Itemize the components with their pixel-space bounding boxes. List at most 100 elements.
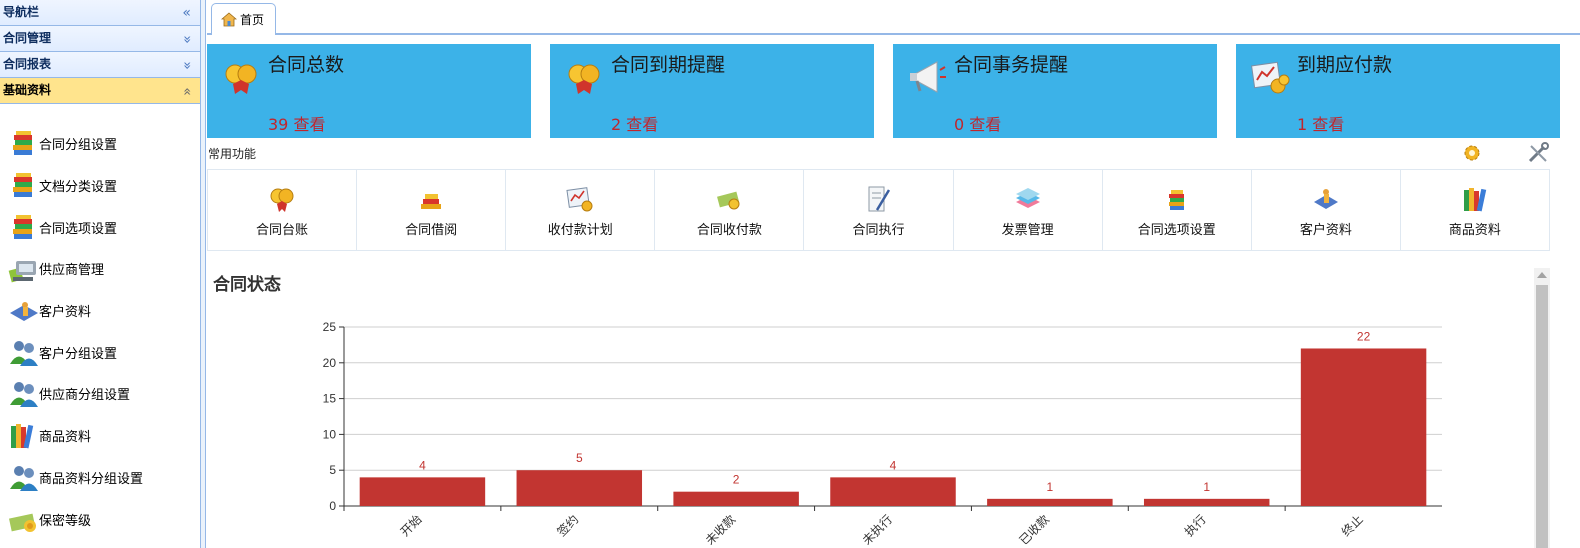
stat-card-affairs-reminder[interactable]: 合同事务提醒 0 查看 (893, 44, 1217, 138)
func-customer-data[interactable]: 客户资料 (1252, 170, 1401, 250)
view-link[interactable]: 查看 (626, 115, 658, 134)
x-tick-label: 未收款 (703, 512, 738, 547)
view-link[interactable]: 查看 (1312, 115, 1344, 134)
x-tick-label: 终止 (1338, 512, 1366, 540)
sidebar-item-label: 商品资料分组设置 (39, 471, 144, 487)
money-icon (9, 513, 36, 532)
scrollbar[interactable] (1534, 268, 1550, 548)
sidebar-item-label: 合同分组设置 (39, 138, 118, 154)
stat-value: 39 (268, 115, 289, 134)
nav-panel-header[interactable]: 导航栏 « (0, 0, 200, 26)
megaphone-icon (910, 61, 946, 93)
bar (359, 477, 486, 506)
stat-card-payment-due[interactable]: 到期应付款 1 查看 (1236, 44, 1560, 138)
book-stack-icon (13, 214, 32, 239)
bar (830, 477, 956, 506)
stat-card-expiry-reminder[interactable]: 合同到期提醒 2 查看 (550, 44, 874, 138)
sidebar-item-label: 保密等级 (39, 513, 92, 529)
accordion-basic-data[interactable]: 基础资料 « (0, 78, 200, 104)
nav-panel-title: 导航栏 (3, 5, 40, 19)
chart-title: 合同状态 (213, 275, 281, 295)
stat-value-link[interactable]: 0 查看 (954, 111, 1001, 135)
sidebar-item-product-group[interactable]: 商品资料分组设置 (0, 457, 200, 499)
sidebar-item-doc-category[interactable]: 文档分类设置 (0, 165, 200, 207)
gear-icon[interactable] (1461, 142, 1483, 164)
y-tick-label: 20 (323, 356, 337, 370)
sidebar-item-supplier-group[interactable]: 供应商分组设置 (0, 373, 200, 415)
view-link[interactable]: 查看 (969, 115, 1001, 134)
stat-value-link[interactable]: 2 查看 (611, 111, 658, 135)
func-label: 合同执行 (852, 223, 905, 238)
book-stack-icon (1168, 190, 1184, 210)
y-tick-label: 15 (323, 392, 337, 406)
bar (516, 470, 643, 506)
sidebar-item-label: 客户分组设置 (39, 346, 118, 362)
tools-icon[interactable] (1527, 142, 1549, 164)
func-label: 合同借阅 (405, 223, 458, 238)
y-tick-label: 5 (329, 463, 336, 477)
y-tick-label: 0 (329, 499, 336, 513)
stat-title: 合同到期提醒 (611, 54, 726, 76)
func-payment-plan[interactable]: 收付款计划 (506, 170, 656, 250)
scroll-icon (868, 186, 891, 212)
func-product-data[interactable]: 商品资料 (1401, 170, 1549, 250)
func-label: 商品资料 (1448, 223, 1501, 238)
func-contract-payments[interactable]: 合同收付款 (655, 170, 805, 250)
func-label: 合同选项设置 (1137, 223, 1216, 238)
bar (1300, 348, 1427, 506)
accordion-contract-reports[interactable]: 合同报表 » (0, 52, 200, 78)
sidebar-item-customer[interactable]: 客户资料 (0, 290, 200, 332)
tab-bar: 首页 (207, 0, 1580, 35)
x-tick-label: 开始 (398, 512, 425, 539)
stat-value-link[interactable]: 39 查看 (268, 111, 325, 135)
x-tick-label: 签约 (554, 512, 582, 540)
x-tick-label: 未执行 (860, 512, 895, 547)
scroll-thumb[interactable] (1536, 285, 1548, 548)
func-contract-borrow[interactable]: 合同借阅 (357, 170, 507, 250)
func-contract-options[interactable]: 合同选项设置 (1103, 170, 1252, 250)
func-label: 发票管理 (1001, 223, 1054, 238)
expand-down-icon[interactable]: » (174, 61, 199, 70)
coins-badge-icon (568, 64, 600, 94)
sidebar-item-product[interactable]: 商品资料 (0, 415, 200, 457)
common-functions-title: 常用功能 (208, 147, 257, 161)
customer-icon (10, 302, 38, 322)
view-link[interactable]: 查看 (293, 115, 325, 134)
users-group-icon (10, 340, 38, 366)
bar (1143, 498, 1270, 506)
sidebar-item-contract-options[interactable]: 合同选项设置 (0, 206, 200, 248)
tab-home[interactable]: 首页 (211, 3, 276, 35)
scroll-up-arrow[interactable] (1537, 272, 1547, 278)
books-icon (1463, 188, 1487, 212)
stat-title: 合同事务提醒 (954, 54, 1069, 76)
collapse-left-icon[interactable]: « (182, 1, 191, 26)
func-invoice-management[interactable]: 发票管理 (954, 170, 1103, 250)
func-label: 合同收付款 (696, 223, 762, 238)
func-label: 客户资料 (1299, 223, 1352, 238)
sidebar-splitter[interactable] (200, 0, 206, 548)
sidebar-item-security-level[interactable]: 保密等级 (0, 498, 200, 540)
accordion-contract-management[interactable]: 合同管理 » (0, 26, 200, 52)
accordion-title: 合同管理 (3, 31, 52, 45)
stat-value-link[interactable]: 1 查看 (1297, 111, 1344, 135)
collapse-up-icon[interactable]: « (174, 87, 199, 96)
sidebar-item-contract-group[interactable]: 合同分组设置 (0, 123, 200, 165)
stat-title: 合同总数 (268, 54, 345, 76)
func-label: 收付款计划 (547, 223, 613, 238)
supplier-icon (8, 261, 36, 283)
data-label: 1 (1203, 480, 1210, 494)
chart-coins-icon (566, 187, 593, 212)
sidebar-item-customer-group[interactable]: 客户分组设置 (0, 331, 200, 373)
func-contract-ledger[interactable]: 合同台账 (208, 170, 358, 250)
bar (987, 498, 1113, 506)
coins-badge-icon (270, 188, 294, 212)
coins-badge-icon (225, 64, 257, 94)
stat-value: 2 (611, 115, 622, 134)
stat-card-total-contracts[interactable]: 合同总数 39 查看 (207, 44, 531, 138)
expand-down-icon[interactable]: » (174, 35, 199, 44)
common-functions-grid: 合同台账 合同借阅 收付款计划 合同收付款 合同执行 发票管理 合同选项设置 客… (207, 169, 1550, 251)
sidebar-item-supplier[interactable]: 供应商管理 (0, 248, 200, 290)
stat-value: 0 (954, 115, 965, 134)
func-contract-execution[interactable]: 合同执行 (804, 170, 954, 250)
stat-value: 1 (1297, 115, 1308, 134)
